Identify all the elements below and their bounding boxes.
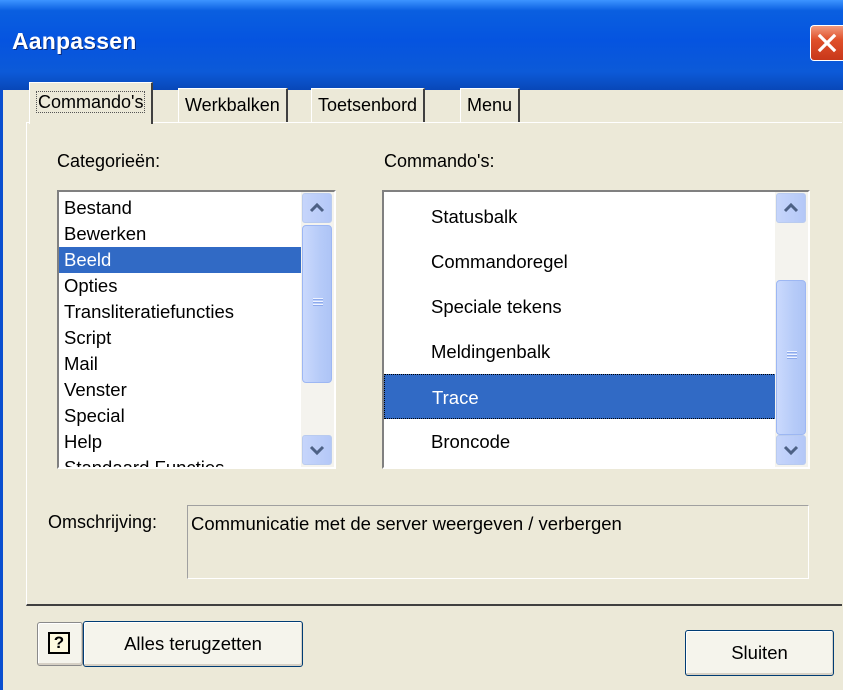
commands-scrollbar[interactable]: [775, 192, 808, 467]
command-item[interactable]: Commandoregel: [384, 239, 776, 284]
description-label: Omschrijving:: [48, 512, 158, 532]
command-item[interactable]: Meldingenbalk: [384, 329, 776, 374]
commands-label: Commando's:: [384, 151, 495, 171]
close-icon: [817, 33, 837, 53]
category-item[interactable]: Transliteratiefuncties: [59, 299, 301, 325]
tab-werkbalken[interactable]: Werkbalken: [178, 88, 288, 122]
chevron-up-icon: [783, 202, 799, 213]
categories-label: Categorieën:: [57, 151, 161, 171]
chevron-up-icon: [309, 202, 325, 213]
close-button-label: Sluiten: [731, 642, 788, 663]
category-item[interactable]: Standaard Functies: [59, 455, 301, 467]
category-item[interactable]: Special: [59, 403, 301, 429]
chevron-down-icon: [783, 445, 799, 456]
command-item[interactable]: Statusbalk: [384, 194, 776, 239]
category-item[interactable]: Bewerken: [59, 221, 301, 247]
command-item[interactable]: Speciale tekens: [384, 284, 776, 329]
tab-toetsenbord[interactable]: Toetsenbord: [311, 88, 426, 122]
reset-all-label: Alles terugzetten: [124, 633, 262, 654]
categories-scrollbar[interactable]: [301, 192, 334, 467]
help-button[interactable]: ?: [37, 622, 83, 666]
commands-listbox[interactable]: Statusbalk Commandoregel Speciale tekens Me…: [382, 190, 810, 469]
tab-label: Werkbalken: [185, 95, 280, 115]
category-item[interactable]: Help: [59, 429, 301, 455]
category-item[interactable]: Venster: [59, 377, 301, 403]
description-box: Communicatie met de server weergeven / v…: [187, 505, 809, 579]
command-item[interactable]: Trace: [384, 374, 776, 419]
category-item[interactable]: Beeld: [59, 247, 301, 273]
scroll-up-button[interactable]: [776, 193, 806, 223]
window-frame: [0, 90, 3, 690]
scroll-thumb[interactable]: [776, 280, 806, 435]
close-button[interactable]: Sluiten: [685, 630, 834, 676]
command-item[interactable]: Broncode: [384, 419, 776, 464]
description-text: Communicatie met de server weergeven / v…: [191, 513, 622, 534]
title-bar[interactable]: Aanpassen: [0, 0, 843, 90]
category-item[interactable]: Opties: [59, 273, 301, 299]
question-mark-icon: ?: [48, 632, 70, 654]
reset-all-button[interactable]: Alles terugzetten: [83, 621, 303, 667]
scroll-down-button[interactable]: [302, 435, 332, 465]
scroll-up-button[interactable]: [302, 193, 332, 223]
tab-label: Commando's: [36, 91, 146, 113]
tab-label: Toetsenbord: [318, 95, 418, 115]
categories-listbox[interactable]: Bestand Bewerken Beeld Opties Transliteratie…: [57, 190, 336, 469]
chevron-down-icon: [309, 445, 325, 456]
close-window-button[interactable]: [810, 25, 843, 61]
scroll-down-button[interactable]: [776, 435, 806, 465]
scroll-thumb[interactable]: [302, 225, 332, 383]
tab-label: Menu: [467, 95, 513, 115]
window-title: Aanpassen: [12, 28, 137, 54]
tab-commandos[interactable]: Commando's: [29, 82, 154, 124]
category-item[interactable]: Bestand: [59, 195, 301, 221]
tab-menu[interactable]: Menu: [460, 88, 521, 122]
category-item[interactable]: Mail: [59, 351, 301, 377]
category-item[interactable]: Script: [59, 325, 301, 351]
